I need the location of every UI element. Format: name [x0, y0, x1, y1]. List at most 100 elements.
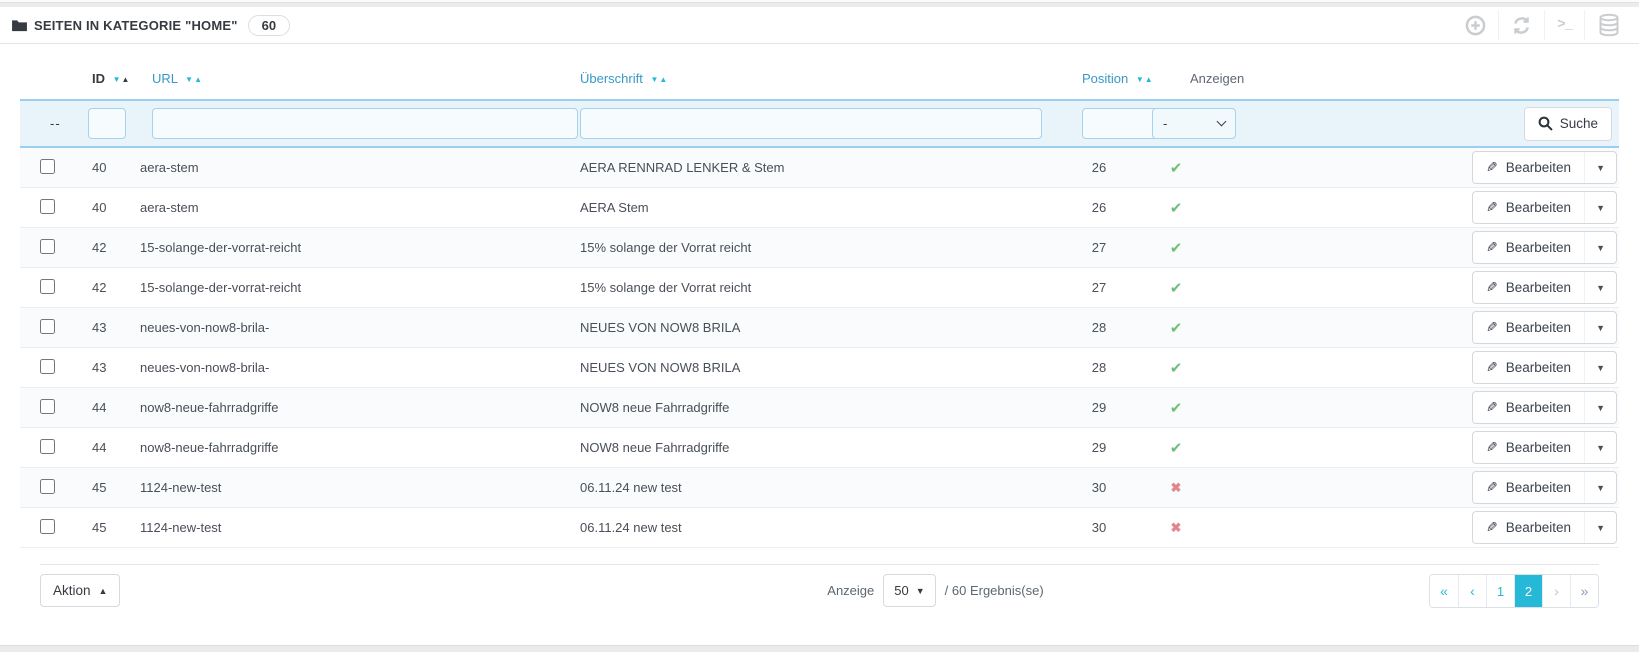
cell-title: NOW8 neue Fahrradgriffe	[580, 440, 730, 455]
row-checkbox[interactable]	[40, 158, 55, 174]
table-row[interactable]: 43 neues-von-now8-brila- NEUES VON NOW8 …	[20, 348, 1619, 388]
sort-asc-icon[interactable]: ▲	[1145, 75, 1153, 84]
cell-url: 15-solange-der-vorrat-reicht	[140, 280, 302, 295]
visible-check-icon[interactable]: ✔	[1160, 279, 1190, 297]
cell-position: 29	[1091, 400, 1107, 415]
pagination-last[interactable]: »	[1570, 575, 1598, 607]
page-size-select[interactable]: 50 ▼	[883, 574, 936, 607]
panel-toolbar: >_	[1453, 10, 1633, 40]
row-checkbox[interactable]	[40, 198, 55, 214]
folder-icon	[12, 19, 27, 32]
filter-id-input[interactable]	[88, 108, 126, 139]
caret-down-icon: ▼	[1596, 322, 1605, 333]
visible-check-icon[interactable]: ✔	[1160, 199, 1190, 217]
table-row[interactable]: 40 aera-stem AERA Stem 26 ✔ ✎ Bearbeiten…	[20, 188, 1619, 228]
hidden-cross-icon[interactable]: ✖	[1160, 480, 1190, 496]
cell-id: 43	[92, 360, 107, 375]
table-row[interactable]: 43 neues-von-now8-brila- NEUES VON NOW8 …	[20, 308, 1619, 348]
row-checkbox[interactable]	[40, 358, 55, 374]
edit-button[interactable]: ✎ Bearbeiten	[1473, 512, 1584, 543]
pagination-page-1[interactable]: 1	[1486, 575, 1514, 607]
row-checkbox[interactable]	[40, 318, 55, 334]
console-button[interactable]: >_	[1544, 10, 1584, 40]
add-new-button[interactable]	[1453, 10, 1498, 40]
column-header-ueberschrift[interactable]: Überschrift ▼ ▲	[580, 71, 1060, 86]
table-row[interactable]: 42 15-solange-der-vorrat-reicht 15% sola…	[20, 268, 1619, 308]
edit-dropdown-toggle[interactable]: ▼	[1584, 432, 1616, 463]
sort-asc-icon[interactable]: ▲	[122, 75, 130, 84]
pagination-first[interactable]: «	[1430, 575, 1458, 607]
sort-desc-icon[interactable]: ▼	[185, 75, 193, 84]
hidden-cross-icon[interactable]: ✖	[1160, 520, 1190, 536]
visible-check-icon[interactable]: ✔	[1160, 399, 1190, 417]
caret-down-icon: ▼	[1596, 202, 1605, 213]
table-row[interactable]: 44 now8-neue-fahrradgriffe NOW8 neue Fah…	[20, 428, 1619, 468]
edit-button[interactable]: ✎ Bearbeiten	[1473, 192, 1584, 223]
filter-ueberschrift-input[interactable]	[580, 108, 1042, 139]
sort-asc-icon[interactable]: ▲	[194, 75, 202, 84]
visible-check-icon[interactable]: ✔	[1160, 359, 1190, 377]
edit-button[interactable]: ✎ Bearbeiten	[1473, 472, 1584, 503]
table-row[interactable]: 45 1124-new-test 06.11.24 new test 30 ✖ …	[20, 508, 1619, 548]
search-icon	[1538, 116, 1553, 131]
edit-dropdown-toggle[interactable]: ▼	[1584, 272, 1616, 303]
edit-dropdown-toggle[interactable]: ▼	[1584, 192, 1616, 223]
refresh-button[interactable]	[1498, 10, 1544, 40]
edit-button[interactable]: ✎ Bearbeiten	[1473, 392, 1584, 423]
edit-dropdown-toggle[interactable]: ▼	[1584, 472, 1616, 503]
search-button[interactable]: Suche	[1523, 106, 1612, 141]
edit-button-group: ✎ Bearbeiten ▼	[1472, 391, 1617, 424]
row-checkbox[interactable]	[40, 398, 55, 414]
cell-position: 30	[1091, 520, 1107, 535]
pagination-page-2-active[interactable]: 2	[1514, 575, 1542, 607]
visible-check-icon[interactable]: ✔	[1160, 239, 1190, 257]
panel-header: SEITEN IN KATEGORIE "HOME" 60 >_	[0, 7, 1639, 44]
visible-check-icon[interactable]: ✔	[1160, 159, 1190, 177]
caret-down-icon: ▼	[1596, 442, 1605, 453]
table-row[interactable]: 45 1124-new-test 06.11.24 new test 30 ✖ …	[20, 468, 1619, 508]
edit-button[interactable]: ✎ Bearbeiten	[1473, 312, 1584, 343]
table-row[interactable]: 40 aera-stem AERA RENNRAD LENKER & Stem …	[20, 148, 1619, 188]
filter-url-input[interactable]	[152, 108, 578, 139]
edit-dropdown-toggle[interactable]: ▼	[1584, 512, 1616, 543]
row-checkbox[interactable]	[40, 478, 55, 494]
sort-desc-icon[interactable]: ▼	[650, 75, 658, 84]
sort-desc-icon[interactable]: ▼	[113, 75, 121, 84]
filter-anzeigen-select[interactable]: -	[1152, 108, 1236, 139]
cell-url: aera-stem	[140, 160, 199, 175]
edit-dropdown-toggle[interactable]: ▼	[1584, 152, 1616, 183]
page-bottom-strip	[0, 646, 1639, 652]
sql-manager-button[interactable]	[1584, 10, 1633, 40]
visible-check-icon[interactable]: ✔	[1160, 319, 1190, 337]
table-row[interactable]: 42 15-solange-der-vorrat-reicht 15% sola…	[20, 228, 1619, 268]
pencil-icon: ✎	[1486, 279, 1498, 295]
edit-button[interactable]: ✎ Bearbeiten	[1473, 152, 1584, 183]
sort-asc-icon[interactable]: ▲	[659, 75, 667, 84]
edit-button[interactable]: ✎ Bearbeiten	[1473, 232, 1584, 263]
row-checkbox[interactable]	[40, 238, 55, 254]
column-header-id[interactable]: ID ▼ ▲	[84, 71, 140, 86]
row-checkbox[interactable]	[40, 278, 55, 294]
edit-button[interactable]: ✎ Bearbeiten	[1473, 432, 1584, 463]
panel-title-text: SEITEN IN KATEGORIE "HOME"	[34, 17, 238, 33]
bulk-actions-button[interactable]: Aktion ▲	[40, 574, 121, 607]
display-label: Anzeige	[827, 583, 875, 598]
edit-dropdown-toggle[interactable]: ▼	[1584, 392, 1616, 423]
row-checkbox[interactable]	[40, 518, 55, 534]
pagination-next[interactable]: ›	[1542, 575, 1570, 607]
row-checkbox[interactable]	[40, 438, 55, 454]
sort-desc-icon[interactable]: ▼	[1136, 75, 1144, 84]
edit-button[interactable]: ✎ Bearbeiten	[1473, 352, 1584, 383]
column-header-url[interactable]: URL ▼ ▲	[140, 71, 580, 86]
caret-down-icon: ▼	[915, 585, 925, 596]
edit-dropdown-toggle[interactable]: ▼	[1584, 232, 1616, 263]
edit-dropdown-toggle[interactable]: ▼	[1584, 352, 1616, 383]
table-row[interactable]: 44 now8-neue-fahrradgriffe NOW8 neue Fah…	[20, 388, 1619, 428]
table-filter-row: -- - Suche	[20, 99, 1619, 148]
visible-check-icon[interactable]: ✔	[1160, 439, 1190, 457]
edit-dropdown-toggle[interactable]: ▼	[1584, 312, 1616, 343]
filter-position-input[interactable]	[1082, 108, 1158, 139]
pagination-prev[interactable]: ‹	[1458, 575, 1486, 607]
edit-button[interactable]: ✎ Bearbeiten	[1473, 272, 1584, 303]
column-header-position[interactable]: Position ▼ ▲	[1060, 71, 1160, 86]
